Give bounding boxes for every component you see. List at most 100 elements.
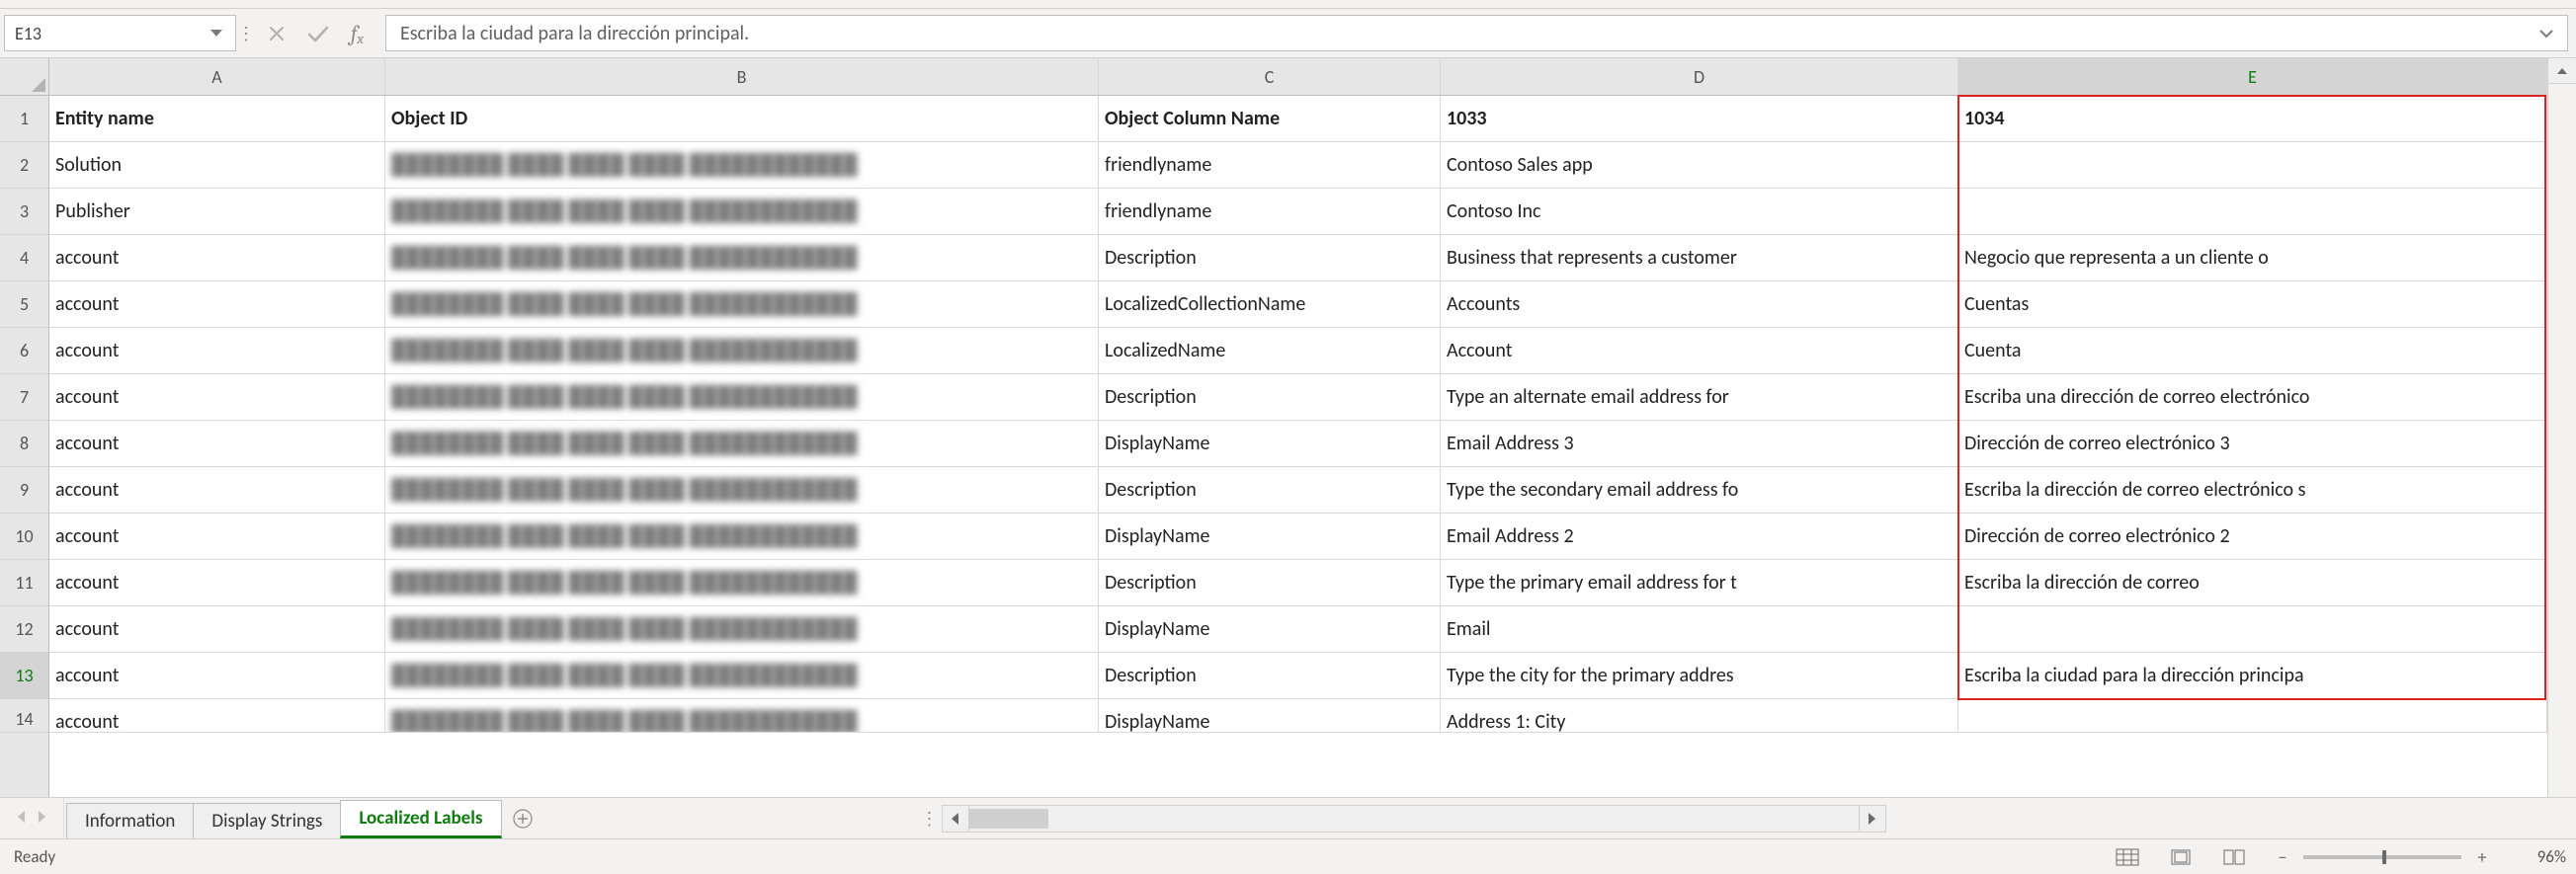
- cell-A1[interactable]: Entity name: [49, 96, 385, 141]
- cell-C3[interactable]: friendlyname: [1099, 189, 1441, 234]
- cell-B8[interactable]: ████████ ████ ████ ████ ████████████: [385, 421, 1099, 466]
- row-header-4[interactable]: 4: [0, 235, 48, 281]
- cell-D12[interactable]: Email: [1441, 606, 1958, 652]
- cell-D10[interactable]: Email Address 2: [1441, 514, 1958, 559]
- cell-A9[interactable]: account: [49, 467, 385, 513]
- formula-bar-input[interactable]: Escriba la ciudad para la dirección prin…: [385, 15, 2568, 51]
- cell-E10[interactable]: Dirección de correo electrónico 2: [1958, 514, 2547, 559]
- enter-formula-icon[interactable]: [307, 25, 329, 42]
- cell-A5[interactable]: account: [49, 281, 385, 327]
- cell-D13[interactable]: Type the city for the primary addres: [1441, 653, 1958, 698]
- zoom-in-icon[interactable]: +: [2473, 846, 2491, 868]
- cell-D2[interactable]: Contoso Sales app: [1441, 142, 1958, 188]
- cell-C12[interactable]: DisplayName: [1099, 606, 1441, 652]
- zoom-percent[interactable]: 96%: [2503, 846, 2566, 867]
- row-header-7[interactable]: 7: [0, 374, 48, 421]
- cell-A11[interactable]: account: [49, 560, 385, 605]
- row-header-13[interactable]: 13: [0, 653, 48, 699]
- cell-A4[interactable]: account: [49, 235, 385, 280]
- vertical-scroll-gutter[interactable]: [2547, 58, 2576, 797]
- cell-C7[interactable]: Description: [1099, 374, 1441, 420]
- column-header-E[interactable]: E: [1958, 58, 2547, 95]
- cell-C6[interactable]: LocalizedName: [1099, 328, 1441, 373]
- new-sheet-button[interactable]: [503, 798, 542, 838]
- cell-C5[interactable]: LocalizedCollectionName: [1099, 281, 1441, 327]
- cell-B11[interactable]: ████████ ████ ████ ████ ████████████: [385, 560, 1099, 605]
- cell-B6[interactable]: ████████ ████ ████ ████ ████████████: [385, 328, 1099, 373]
- row-header-9[interactable]: 9: [0, 467, 48, 514]
- cell-C13[interactable]: Description: [1099, 653, 1441, 698]
- cell-E11[interactable]: Escriba la dirección de correo: [1958, 560, 2547, 605]
- cell-A10[interactable]: account: [49, 514, 385, 559]
- cell-E9[interactable]: Escriba la dirección de correo electróni…: [1958, 467, 2547, 513]
- page-layout-view-icon[interactable]: [2167, 846, 2195, 868]
- cell-D5[interactable]: Accounts: [1441, 281, 1958, 327]
- cell-E13[interactable]: Escriba la ciudad para la dirección prin…: [1958, 653, 2547, 698]
- cell-A14[interactable]: account: [49, 699, 385, 733]
- zoom-out-icon[interactable]: −: [2274, 846, 2291, 868]
- cell-D3[interactable]: Contoso Inc: [1441, 189, 1958, 234]
- formula-bar-expand-icon[interactable]: [2532, 16, 2561, 50]
- cell-B2[interactable]: ████████ ████ ████ ████ ████████████: [385, 142, 1099, 188]
- cell-B9[interactable]: ████████ ████ ████ ████ ████████████: [385, 467, 1099, 513]
- cell-C4[interactable]: Description: [1099, 235, 1441, 280]
- sheet-tab[interactable]: Display Strings: [193, 803, 341, 838]
- hscroll-thumb[interactable]: [969, 809, 1048, 829]
- sheet-nav-next-icon[interactable]: [39, 809, 45, 828]
- row-header-10[interactable]: 10: [0, 514, 48, 560]
- cell-E5[interactable]: Cuentas: [1958, 281, 2547, 327]
- cell-C2[interactable]: friendlyname: [1099, 142, 1441, 188]
- select-all-triangle[interactable]: [0, 58, 49, 96]
- zoom-slider[interactable]: [2303, 855, 2461, 859]
- cell-B4[interactable]: ████████ ████ ████ ████ ████████████: [385, 235, 1099, 280]
- row-header-5[interactable]: 5: [0, 281, 48, 328]
- cell-E4[interactable]: Negocio que representa a un cliente o: [1958, 235, 2547, 280]
- cell-A6[interactable]: account: [49, 328, 385, 373]
- column-header-C[interactable]: C: [1099, 58, 1441, 95]
- scroll-up-icon[interactable]: [2548, 58, 2576, 84]
- cell-B7[interactable]: ████████ ████ ████ ████ ████████████: [385, 374, 1099, 420]
- hscroll-left-icon[interactable]: [942, 805, 969, 833]
- cell-B10[interactable]: ████████ ████ ████ ████ ████████████: [385, 514, 1099, 559]
- fx-icon[interactable]: fx: [351, 21, 364, 46]
- row-header-6[interactable]: 6: [0, 328, 48, 374]
- hscroll-track[interactable]: [969, 805, 1859, 833]
- cell-D14[interactable]: Address 1: City: [1441, 699, 1958, 733]
- row-header-14[interactable]: 14: [0, 699, 48, 733]
- normal-view-icon[interactable]: [2114, 846, 2141, 868]
- cell-E2[interactable]: [1958, 142, 2547, 188]
- cells-area[interactable]: Entity nameObject IDObject Column Name10…: [49, 96, 2576, 797]
- sheet-tab[interactable]: Information: [66, 803, 194, 838]
- cell-C11[interactable]: Description: [1099, 560, 1441, 605]
- cell-D7[interactable]: Type an alternate email address for: [1441, 374, 1958, 420]
- cell-B12[interactable]: ████████ ████ ████ ████ ████████████: [385, 606, 1099, 652]
- row-header-2[interactable]: 2: [0, 142, 48, 189]
- hscroll-right-icon[interactable]: [1859, 805, 1886, 833]
- cell-B14[interactable]: ████████ ████ ████ ████ ████████████: [385, 699, 1099, 733]
- cell-C14[interactable]: DisplayName: [1099, 699, 1441, 733]
- cell-B3[interactable]: ████████ ████ ████ ████ ████████████: [385, 189, 1099, 234]
- cell-A12[interactable]: account: [49, 606, 385, 652]
- zoom-slider-thumb[interactable]: [2382, 850, 2386, 864]
- name-box-dropdown-icon[interactable]: [208, 30, 225, 37]
- cell-C9[interactable]: Description: [1099, 467, 1441, 513]
- cell-E12[interactable]: [1958, 606, 2547, 652]
- cell-D4[interactable]: Business that represents a customer: [1441, 235, 1958, 280]
- cell-E6[interactable]: Cuenta: [1958, 328, 2547, 373]
- column-header-D[interactable]: D: [1441, 58, 1958, 95]
- row-header-12[interactable]: 12: [0, 606, 48, 653]
- cell-E3[interactable]: [1958, 189, 2547, 234]
- cell-A3[interactable]: Publisher: [49, 189, 385, 234]
- cell-D11[interactable]: Type the primary email address for t: [1441, 560, 1958, 605]
- cell-B5[interactable]: ████████ ████ ████ ████ ████████████: [385, 281, 1099, 327]
- cell-E1[interactable]: 1034: [1958, 96, 2547, 141]
- column-header-A[interactable]: A: [49, 58, 385, 95]
- cell-C8[interactable]: DisplayName: [1099, 421, 1441, 466]
- cell-A8[interactable]: account: [49, 421, 385, 466]
- cell-D1[interactable]: 1033: [1441, 96, 1958, 141]
- cell-A7[interactable]: account: [49, 374, 385, 420]
- cancel-formula-icon[interactable]: [268, 25, 286, 42]
- cell-C1[interactable]: Object Column Name: [1099, 96, 1441, 141]
- cell-A13[interactable]: account: [49, 653, 385, 698]
- cell-C10[interactable]: DisplayName: [1099, 514, 1441, 559]
